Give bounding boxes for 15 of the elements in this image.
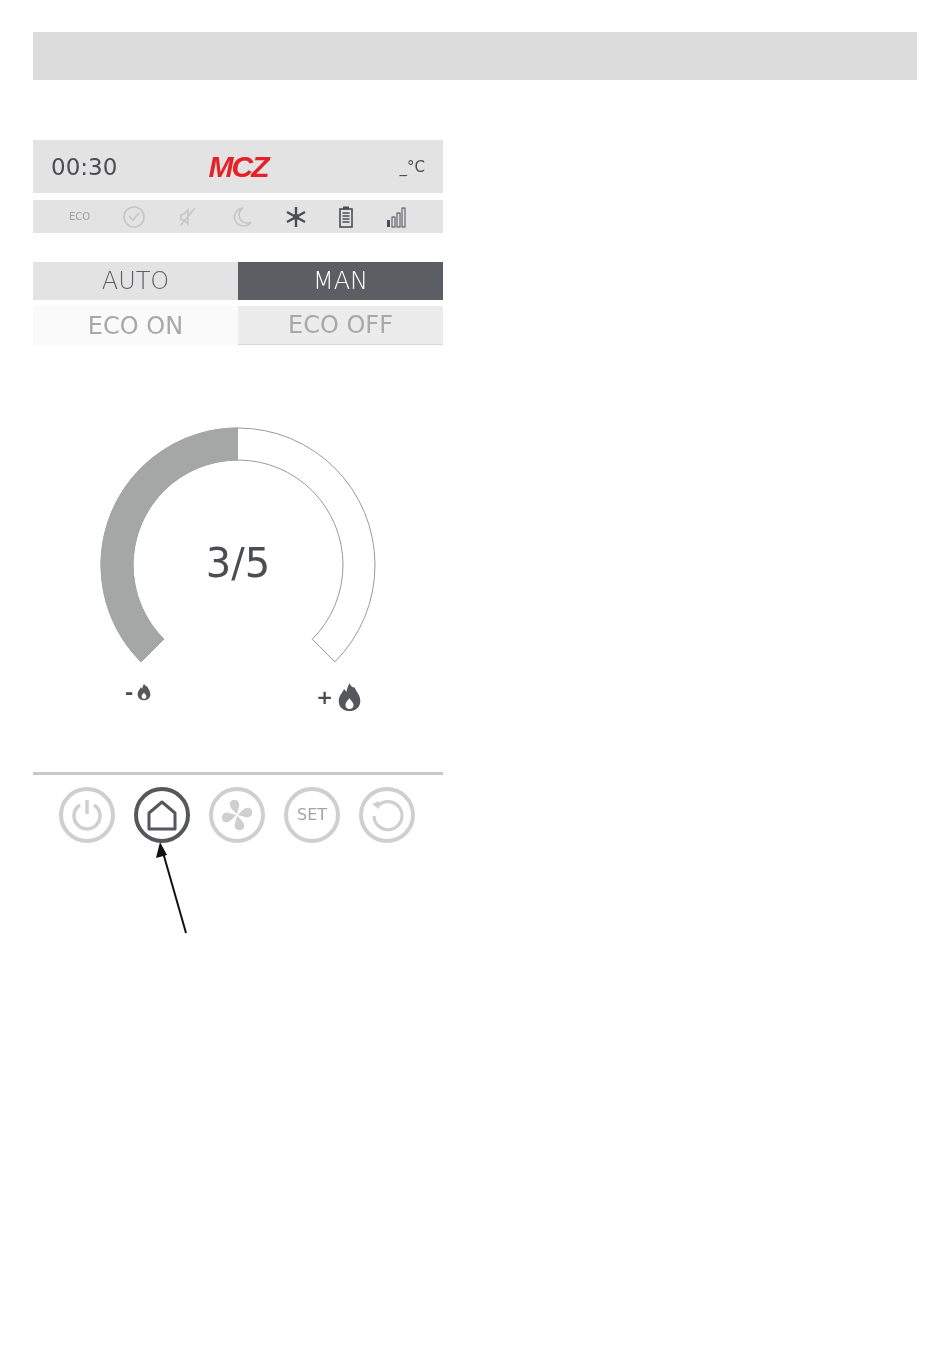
flame-icon bbox=[136, 683, 153, 701]
decrease-sign: - bbox=[125, 679, 134, 704]
home-icon bbox=[145, 798, 179, 831]
flame-icon bbox=[336, 682, 363, 712]
increase-sign: + bbox=[316, 684, 333, 709]
nav-button[interactable] bbox=[134, 786, 190, 843]
brand-logo: MCZ bbox=[208, 149, 268, 184]
power-level-reading: 3/5 bbox=[204, 540, 272, 586]
set-label: SET bbox=[296, 805, 327, 825]
temperature-reading: _°C bbox=[398, 157, 425, 176]
mode-button[interactable]: MAN bbox=[238, 262, 443, 300]
nav-button[interactable]: SET bbox=[284, 786, 340, 843]
eco-indicator: ECO bbox=[69, 211, 91, 222]
clock-time: 00:30 bbox=[51, 153, 119, 180]
mode-button[interactable]: AUTO bbox=[33, 262, 238, 300]
